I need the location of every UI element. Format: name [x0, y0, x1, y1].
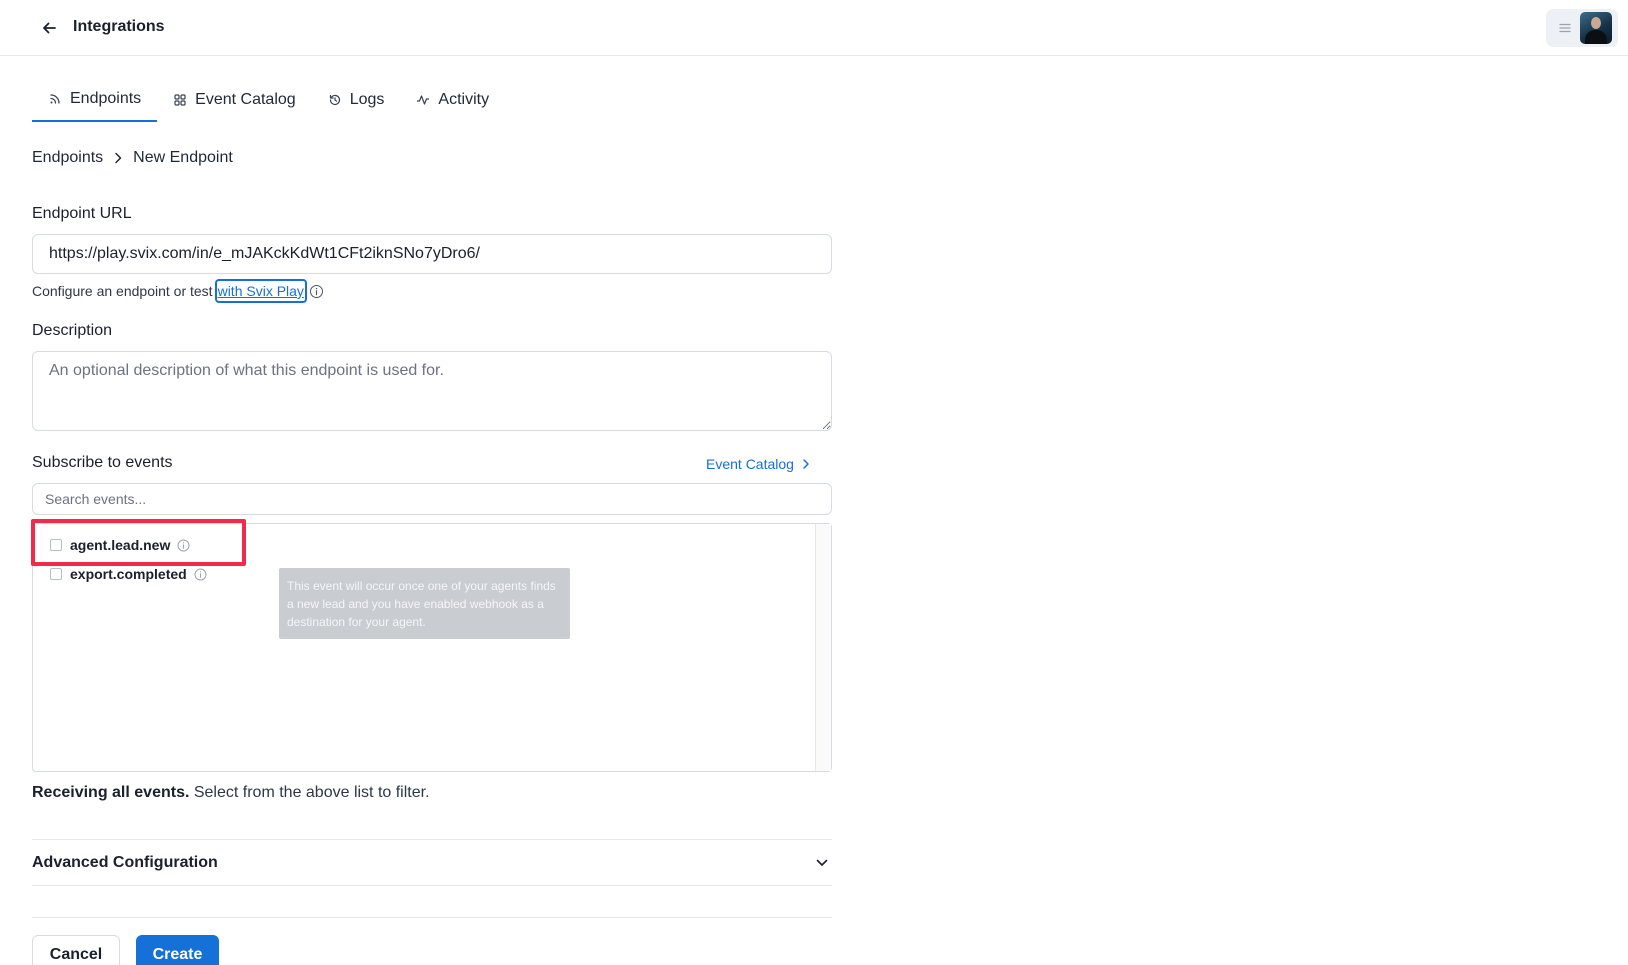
tab-endpoints[interactable]: Endpoints — [32, 78, 158, 122]
page-title: Integrations — [73, 18, 165, 35]
activity-icon — [416, 93, 430, 107]
event-name: export.completed — [70, 566, 187, 582]
create-button[interactable]: Create — [136, 935, 219, 965]
tab-label: Endpoints — [70, 90, 142, 107]
avatar — [1580, 12, 1612, 44]
user-menu-button[interactable] — [1546, 9, 1618, 47]
top-bar: Integrations — [0, 0, 1628, 56]
info-icon[interactable] — [194, 568, 207, 581]
advanced-configuration-toggle[interactable]: Advanced Configuration — [32, 840, 832, 885]
endpoint-url-input[interactable] — [32, 234, 832, 274]
subscribe-events-label: Subscribe to events — [32, 454, 173, 471]
tab-label: Event Catalog — [195, 91, 296, 108]
divider — [32, 885, 832, 886]
event-name: agent.lead.new — [70, 537, 171, 553]
arrow-left-icon — [43, 22, 56, 34]
event-checkbox[interactable] — [50, 539, 62, 551]
event-list: agent.lead.new export.completed — [32, 523, 832, 772]
list-item[interactable]: export.completed — [50, 564, 207, 584]
event-list-scrollbar[interactable] — [815, 524, 831, 771]
event-catalog-link[interactable]: Event Catalog — [706, 454, 810, 474]
history-icon — [328, 93, 342, 107]
chevron-right-icon — [802, 458, 810, 470]
breadcrumb: Endpoints New Endpoint — [32, 147, 233, 169]
tab-logs[interactable]: Logs — [312, 78, 401, 122]
event-catalog-link-label: Event Catalog — [706, 456, 794, 472]
divider — [32, 917, 832, 918]
rss-icon — [48, 92, 62, 106]
tab-label: Activity — [438, 91, 490, 108]
cancel-button[interactable]: Cancel — [32, 935, 120, 965]
svix-play-link[interactable]: with Svix Play — [214, 279, 307, 303]
tab-bar: Endpoints Event Catalog Logs Activity — [32, 78, 505, 122]
receiving-status: Receiving all events. Select from the ab… — [32, 782, 430, 804]
description-textarea[interactable] — [32, 351, 832, 431]
event-checkbox[interactable] — [50, 568, 62, 580]
breadcrumb-current: New Endpoint — [133, 149, 233, 166]
help-text: Configure an endpoint or test — [32, 283, 213, 299]
endpoint-url-label: Endpoint URL — [32, 205, 132, 222]
tab-activity[interactable]: Activity — [400, 78, 505, 122]
receiving-status-bold: Receiving all events. — [32, 784, 190, 801]
tab-label: Logs — [349, 91, 385, 108]
search-events-input[interactable] — [32, 483, 832, 515]
chevron-right-icon — [113, 152, 123, 164]
hamburger-icon — [1559, 23, 1571, 33]
breadcrumb-endpoints-link[interactable]: Endpoints — [32, 149, 103, 167]
list-item[interactable]: agent.lead.new — [50, 535, 190, 555]
description-label: Description — [32, 322, 113, 339]
grid-icon — [173, 93, 187, 107]
info-icon[interactable] — [177, 539, 190, 552]
back-button[interactable] — [36, 15, 62, 41]
event-tooltip: This event will occur once one of your a… — [279, 568, 570, 639]
receiving-status-text: Select from the above list to filter. — [193, 784, 430, 801]
advanced-configuration-label: Advanced Configuration — [32, 853, 218, 871]
info-icon[interactable] — [309, 284, 324, 299]
tab-event-catalog[interactable]: Event Catalog — [157, 78, 312, 122]
url-help-text: Configure an endpoint or test with Svix … — [32, 279, 324, 303]
chevron-down-icon — [816, 859, 828, 867]
